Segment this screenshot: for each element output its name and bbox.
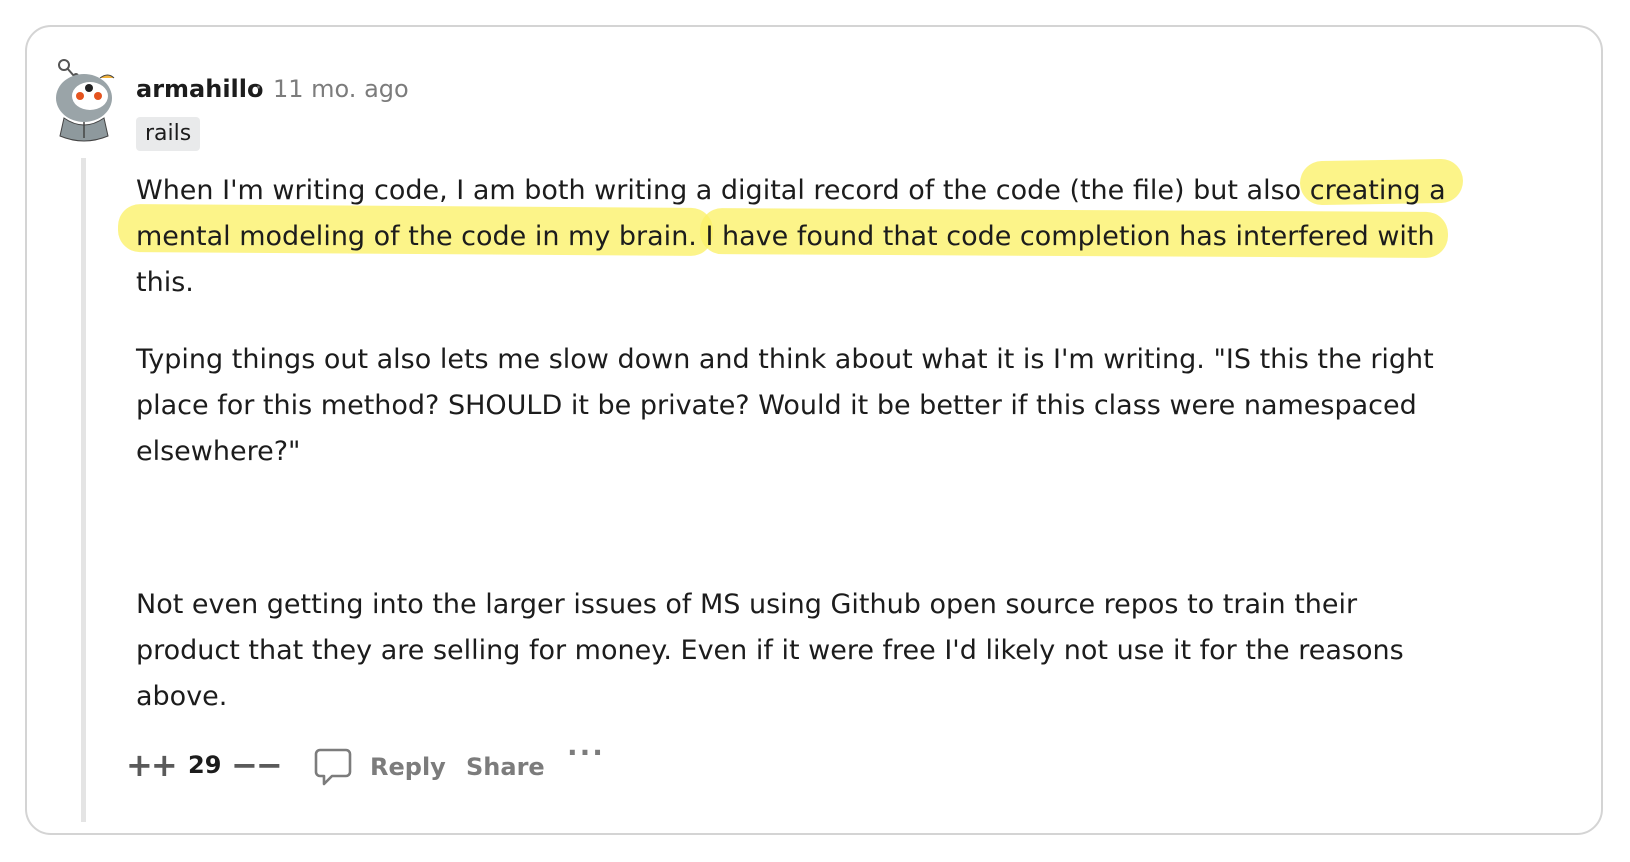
comment-timestamp[interactable]: 11 mo. ago: [273, 74, 409, 104]
comment-line: Typing things out also lets me slow down…: [136, 344, 1434, 375]
comment-paragraph: Typing things out also lets me slow down…: [136, 337, 1536, 475]
reply-button[interactable]: Reply: [314, 744, 446, 790]
reply-label: Reply: [370, 753, 446, 781]
comment-line: elsewhere?": [136, 436, 301, 467]
avatar[interactable]: [50, 56, 120, 142]
upvote-icon[interactable]: ++: [126, 745, 178, 785]
comment-line: When I'm writing code, I am both writing…: [136, 175, 1446, 206]
comment-line: product that they are selling for money.…: [136, 635, 1404, 666]
comment-author[interactable]: armahillo: [136, 74, 264, 104]
comment-line: this.: [136, 267, 194, 298]
meta-separator: ·: [255, 76, 262, 101]
thread-line[interactable]: [81, 158, 86, 822]
comment-bubble-icon: [314, 748, 352, 786]
more-options-icon[interactable]: ···: [567, 736, 605, 770]
comment-line: mental modeling of the code in my brain.…: [136, 221, 1435, 252]
comment-paragraph: Not even getting into the larger issues …: [136, 582, 1536, 720]
vote-score: 29: [188, 751, 222, 779]
share-button[interactable]: Share: [466, 750, 545, 784]
comment-line: place for this method? SHOULD it be priv…: [136, 390, 1417, 421]
snoo-avatar-icon: [56, 59, 115, 142]
user-flair: rails: [136, 117, 201, 151]
comment-line: Not even getting into the larger issues …: [136, 589, 1358, 620]
downvote-icon[interactable]: −−: [231, 745, 283, 785]
comment-paragraph: When I'm writing code, I am both writing…: [136, 168, 1536, 306]
comment-line: above.: [136, 681, 228, 712]
